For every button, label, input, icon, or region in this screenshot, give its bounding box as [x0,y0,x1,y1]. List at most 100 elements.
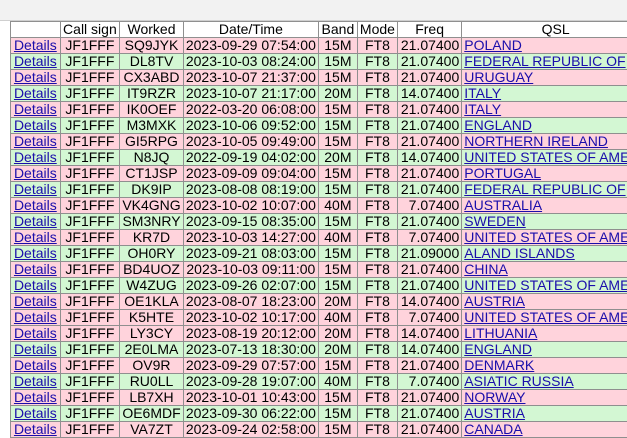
table-row: DetailsJF1FFF2E0LMA2023-07-13 18:30:0020… [11,342,627,358]
qsl-country-link[interactable]: ENGLAND [464,342,532,358]
details-link[interactable]: Details [14,118,57,134]
qsl-country-link[interactable]: UNITED STATES OF AME [464,310,627,326]
datetime-cell: 2023-09-28 19:07:00 [183,374,318,390]
details-link-cell: Details [11,182,61,198]
call-sign-cell: JF1FFF [60,102,119,118]
qsl-country-link[interactable]: DENMARK [464,358,534,374]
details-link[interactable]: Details [14,278,57,294]
qsl-country-link[interactable]: UNITED STATES OF AME [464,278,627,294]
details-link[interactable]: Details [14,310,57,326]
table-row: DetailsJF1FFFDL8TV2023-10-03 08:24:0015M… [11,54,627,70]
details-link[interactable]: Details [14,406,57,422]
qsl-country-link[interactable]: AUSTRIA [464,294,525,310]
freq-cell: 21.07400 [397,118,461,134]
mode-cell: FT8 [357,230,397,246]
qsl-country-link[interactable]: AUSTRIA [464,406,525,422]
details-link[interactable]: Details [14,342,57,358]
details-link[interactable]: Details [14,262,57,278]
mode-cell: FT8 [357,358,397,374]
qsl-country-link[interactable]: ENGLAND [464,118,532,134]
qsl-country-link[interactable]: CHINA [464,262,508,278]
call-sign-cell: JF1FFF [60,406,119,422]
band-cell: 20M [318,342,357,358]
details-link-cell: Details [11,134,61,150]
qsl-cell: UNITED STATES OF AME [462,278,627,294]
call-sign-cell: JF1FFF [60,182,119,198]
qsl-country-link[interactable]: LITHUANIA [464,326,537,342]
band-cell: 15M [318,262,357,278]
qsl-country-link[interactable]: PORTUGAL [464,166,541,182]
call-sign-cell: JF1FFF [60,230,119,246]
details-link[interactable]: Details [14,102,57,118]
details-link[interactable]: Details [14,326,57,342]
details-link[interactable]: Details [14,86,57,102]
details-link-cell: Details [11,150,61,166]
details-link[interactable]: Details [14,374,57,390]
mode-cell: FT8 [357,198,397,214]
qsl-country-link[interactable]: SWEDEN [464,214,525,230]
details-link-cell: Details [11,102,61,118]
details-link[interactable]: Details [14,182,57,198]
qsl-country-link[interactable]: FEDERAL REPUBLIC OF [464,182,625,198]
freq-cell: 21.09000 [397,246,461,262]
qsl-country-link[interactable]: FEDERAL REPUBLIC OF [464,54,625,70]
details-link[interactable]: Details [14,54,57,70]
call-sign-cell: JF1FFF [60,38,119,54]
call-sign-cell: JF1FFF [60,310,119,326]
details-link[interactable]: Details [14,358,57,374]
worked-cell: LB7XH [120,390,184,406]
details-link[interactable]: Details [14,390,57,406]
qsl-country-link[interactable]: UNITED STATES OF AME [464,150,627,166]
details-link[interactable]: Details [14,134,57,150]
freq-cell: 7.07400 [397,230,461,246]
details-link[interactable]: Details [14,294,57,310]
qsl-country-link[interactable]: NORTHERN IRELAND [464,134,608,150]
qsl-country-link[interactable]: POLAND [464,38,522,54]
band-cell: 15M [318,278,357,294]
datetime-cell: 2023-09-21 08:03:00 [183,246,318,262]
qsl-cell: AUSTRIA [462,406,627,422]
qsl-country-link[interactable]: ASIATIC RUSSIA [464,374,573,390]
table-row: DetailsJF1FFFOE1KLA2023-08-07 18:23:0020… [11,294,627,310]
details-link[interactable]: Details [14,150,57,166]
qsl-country-link[interactable]: ITALY [464,86,501,102]
band-cell: 20M [318,294,357,310]
table-row: DetailsJF1FFFBD4UOZ2023-10-03 09:11:0015… [11,262,627,278]
details-link-cell: Details [11,342,61,358]
worked-cell: DL8TV [120,54,184,70]
qsl-country-link[interactable]: CANADA [464,422,522,438]
details-link-cell: Details [11,310,61,326]
datetime-cell: 2023-10-03 14:27:00 [183,230,318,246]
details-link[interactable]: Details [14,422,57,438]
freq-cell: 21.07400 [397,134,461,150]
qsl-country-link[interactable]: NORWAY [464,390,525,406]
qsl-country-link[interactable]: URUGUAY [464,70,533,86]
details-link-cell: Details [11,262,61,278]
details-link[interactable]: Details [14,198,57,214]
details-link[interactable]: Details [14,166,57,182]
freq-cell: 14.07400 [397,86,461,102]
details-link[interactable]: Details [14,70,57,86]
table-row: DetailsJF1FFFLB7XH2023-10-01 10:43:0015M… [11,390,627,406]
qsl-country-link[interactable]: ITALY [464,102,501,118]
log-body: DetailsJF1FFFSQ9JYK2023-09-29 07:54:0015… [11,38,627,438]
header-row: Call sign Worked Date/Time Band Mode Fre… [11,22,627,38]
details-link[interactable]: Details [14,230,57,246]
call-sign-cell: JF1FFF [60,326,119,342]
worked-cell: OE6MDF [120,406,184,422]
datetime-cell: 2023-09-29 07:57:00 [183,358,318,374]
details-link[interactable]: Details [14,246,57,262]
call-sign-cell: JF1FFF [60,70,119,86]
qsl-country-link[interactable]: UNITED STATES OF AME [464,230,627,246]
qsl-country-link[interactable]: AUSTRALIA [464,198,542,214]
qsl-country-link[interactable]: ALAND ISLANDS [464,246,574,262]
call-sign-cell: JF1FFF [60,422,119,438]
details-link-cell: Details [11,230,61,246]
freq-cell: 14.07400 [397,150,461,166]
details-link[interactable]: Details [14,214,57,230]
freq-cell: 7.07400 [397,310,461,326]
freq-cell: 14.07400 [397,294,461,310]
datetime-cell: 2023-10-05 09:49:00 [183,134,318,150]
details-link[interactable]: Details [14,38,57,54]
freq-cell: 21.07400 [397,102,461,118]
